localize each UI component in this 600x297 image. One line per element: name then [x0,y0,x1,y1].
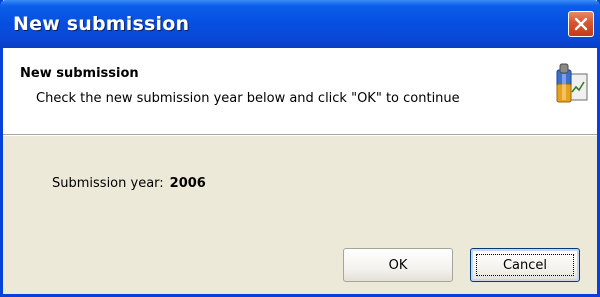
window-title: New submission [13,13,190,35]
title-bar[interactable]: New submission [0,0,600,48]
ok-button-label: OK [388,257,408,273]
ok-button[interactable]: OK [343,248,453,282]
cancel-button[interactable]: Cancel [470,248,580,282]
dialog-window: New submission New submission Check the … [0,0,600,297]
header-panel: New submission Check the new submission … [3,48,597,135]
wizard-document-icon [555,62,589,104]
close-icon [574,17,588,31]
submission-year-label: Submission year: [52,176,164,191]
header-title: New submission [20,66,139,81]
submission-year-value: 2006 [169,176,206,191]
close-button[interactable] [568,11,594,37]
header-separator [3,135,597,136]
header-description: Check the new submission year below and … [36,91,460,106]
submission-year-row: Submission year: 2006 [52,176,206,191]
focus-ring [476,254,574,276]
